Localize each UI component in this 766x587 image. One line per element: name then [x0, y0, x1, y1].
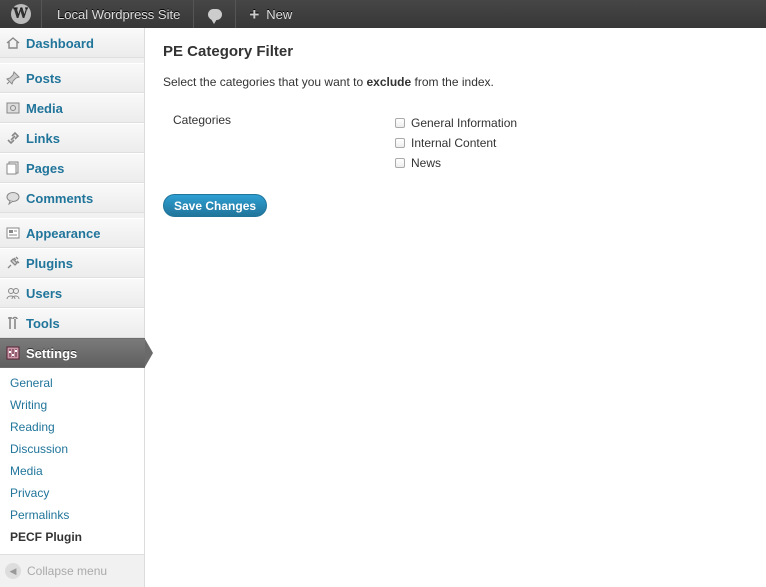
page-title: PE Category Filter: [163, 43, 294, 60]
admin-sidebar: Dashboard Posts Media Links Pages Commen…: [0, 28, 153, 587]
tools-icon: [5, 315, 21, 331]
submenu-item-discussion[interactable]: Discussion: [0, 438, 144, 460]
submenu-item-permalinks[interactable]: Permalinks: [0, 504, 144, 526]
collapse-menu-label: Collapse menu: [27, 564, 108, 578]
description-text-start: Select the categories that you want to: [163, 75, 367, 89]
wordpress-logo-icon: W: [10, 4, 31, 24]
wordpress-logo-button[interactable]: W: [0, 0, 42, 28]
plugins-icon: [5, 255, 21, 271]
category-checkbox-list: General Information Internal Content New…: [395, 113, 517, 173]
sidebar-item-label: Plugins: [26, 255, 73, 271]
links-icon: [5, 130, 21, 146]
description-text-end: from the index.: [411, 75, 494, 89]
collapse-arrow-icon: ◀: [5, 563, 21, 579]
sidebar-item-posts[interactable]: Posts: [0, 63, 144, 93]
site-name-link[interactable]: Local Wordpress Site: [42, 0, 195, 28]
plus-icon: +: [249, 4, 260, 24]
sidebar-item-pages[interactable]: Pages: [0, 153, 144, 183]
sidebar-item-media[interactable]: Media: [0, 93, 144, 123]
sidebar-item-dashboard[interactable]: Dashboard: [0, 28, 144, 58]
sidebar-item-tools[interactable]: Tools: [0, 308, 144, 338]
category-label: Internal Content: [411, 136, 497, 150]
categories-label: Categories: [173, 113, 232, 127]
sidebar-item-label: Media: [26, 100, 63, 116]
category-label: General Information: [411, 116, 518, 130]
pages-icon: [5, 160, 21, 176]
category-option[interactable]: Internal Content: [395, 133, 517, 153]
page-description: Select the categories that you want to e…: [163, 75, 753, 89]
pushpin-icon: [5, 70, 21, 86]
sidebar-item-comments[interactable]: Comments: [0, 183, 144, 213]
sidebar-item-label: Pages: [26, 160, 65, 176]
sidebar-item-label: Users: [26, 285, 63, 301]
sidebar-item-label: Comments: [26, 190, 94, 206]
sidebar-item-label: Settings: [26, 345, 78, 361]
checkbox[interactable]: [395, 158, 405, 168]
category-option[interactable]: News: [395, 153, 517, 173]
settings-icon: [5, 345, 21, 361]
media-icon: [5, 100, 21, 116]
sidebar-item-label: Dashboard: [26, 35, 94, 51]
collapse-menu-button[interactable]: ◀ Collapse menu: [0, 555, 144, 587]
appearance-icon: [5, 225, 21, 241]
submenu-item-writing[interactable]: Writing: [0, 394, 144, 416]
category-label: News: [411, 156, 442, 170]
sidebar-item-label: Posts: [26, 70, 62, 86]
settings-submenu: General Writing Reading Discussion Media…: [0, 368, 144, 555]
users-icon: [5, 285, 21, 301]
new-content-button[interactable]: + New: [236, 0, 305, 28]
sidebar-item-links[interactable]: Links: [0, 123, 144, 153]
dashboard-icon: [5, 35, 21, 51]
category-option[interactable]: General Information: [395, 113, 517, 133]
categories-row: Categories General Information Internal …: [163, 113, 753, 173]
main-content: PE Category Filter Select the categories…: [163, 28, 753, 217]
comment-bubble-icon: [207, 8, 222, 24]
sidebar-item-label: Tools: [26, 315, 60, 331]
submenu-item-pecf-plugin[interactable]: PECF Plugin: [0, 526, 144, 548]
description-emphasis: exclude: [366, 75, 412, 89]
sidebar-item-label: Links: [26, 130, 60, 146]
sidebar-item-label: Appearance: [26, 225, 101, 241]
sidebar-item-plugins[interactable]: Plugins: [0, 248, 144, 278]
admin-bar: W Local Wordpress Site + New: [0, 0, 766, 28]
comments-button[interactable]: [194, 0, 237, 28]
submenu-item-reading[interactable]: Reading: [0, 416, 144, 438]
submenu-item-media[interactable]: Media: [0, 460, 144, 482]
new-label: New: [266, 6, 293, 22]
submenu-item-general[interactable]: General: [0, 372, 144, 394]
comments-icon: [5, 190, 21, 206]
sidebar-item-settings[interactable]: Settings: [0, 338, 153, 368]
save-changes-button[interactable]: Save Changes: [163, 194, 268, 217]
submenu-item-privacy[interactable]: Privacy: [0, 482, 144, 504]
checkbox[interactable]: [395, 118, 405, 128]
checkbox[interactable]: [395, 138, 405, 148]
sidebar-item-appearance[interactable]: Appearance: [0, 218, 144, 248]
sidebar-item-users[interactable]: Users: [0, 278, 144, 308]
